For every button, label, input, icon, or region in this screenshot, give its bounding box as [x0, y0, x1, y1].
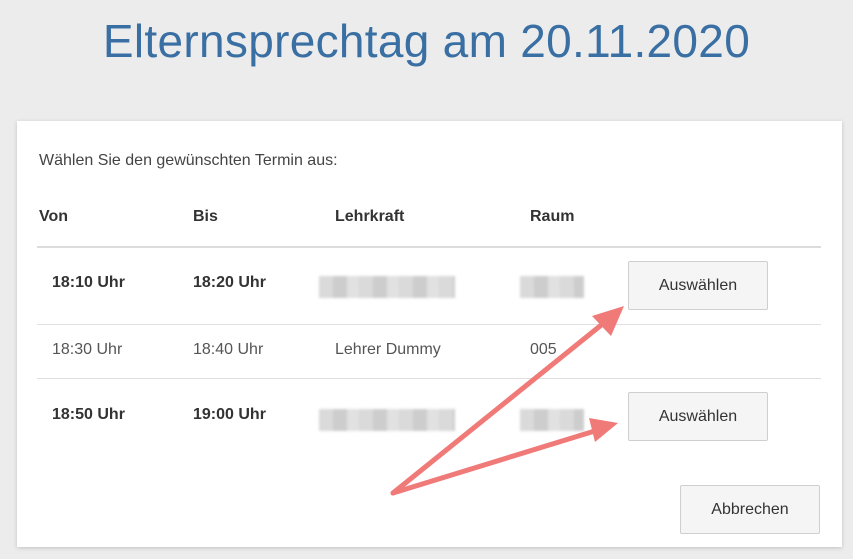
column-header-von: Von [39, 208, 69, 225]
redacted-teacher [319, 276, 455, 298]
row-to: 19:00 Uhr [193, 406, 266, 423]
appointment-dialog: Wählen Sie den gewünschten Termin aus: V… [17, 121, 842, 547]
redacted-room [520, 409, 584, 431]
row-from: 18:10 Uhr [52, 274, 125, 291]
page-title: Elternsprechtag am 20.11.2020 [102, 15, 751, 67]
redacted-room [520, 276, 584, 298]
row-divider [37, 324, 821, 325]
redacted-teacher [319, 409, 455, 431]
column-header-lehrkraft: Lehrkraft [335, 208, 405, 225]
cancel-button[interactable]: Abbrechen [680, 485, 820, 534]
row-divider [37, 378, 821, 379]
row-teacher: Lehrer Dummy [335, 341, 441, 358]
row-from: 18:30 Uhr [52, 341, 123, 358]
row-from: 18:50 Uhr [52, 406, 125, 423]
header-divider [37, 246, 821, 248]
row-to: 18:20 Uhr [193, 274, 266, 291]
column-header-bis: Bis [193, 208, 218, 225]
select-button[interactable]: Auswählen [628, 261, 768, 310]
column-header-raum: Raum [530, 208, 575, 225]
select-button[interactable]: Auswählen [628, 392, 768, 441]
row-to: 18:40 Uhr [193, 341, 264, 358]
row-room: 005 [530, 341, 557, 358]
instruction-text: Wählen Sie den gewünschten Termin aus: [39, 152, 338, 169]
